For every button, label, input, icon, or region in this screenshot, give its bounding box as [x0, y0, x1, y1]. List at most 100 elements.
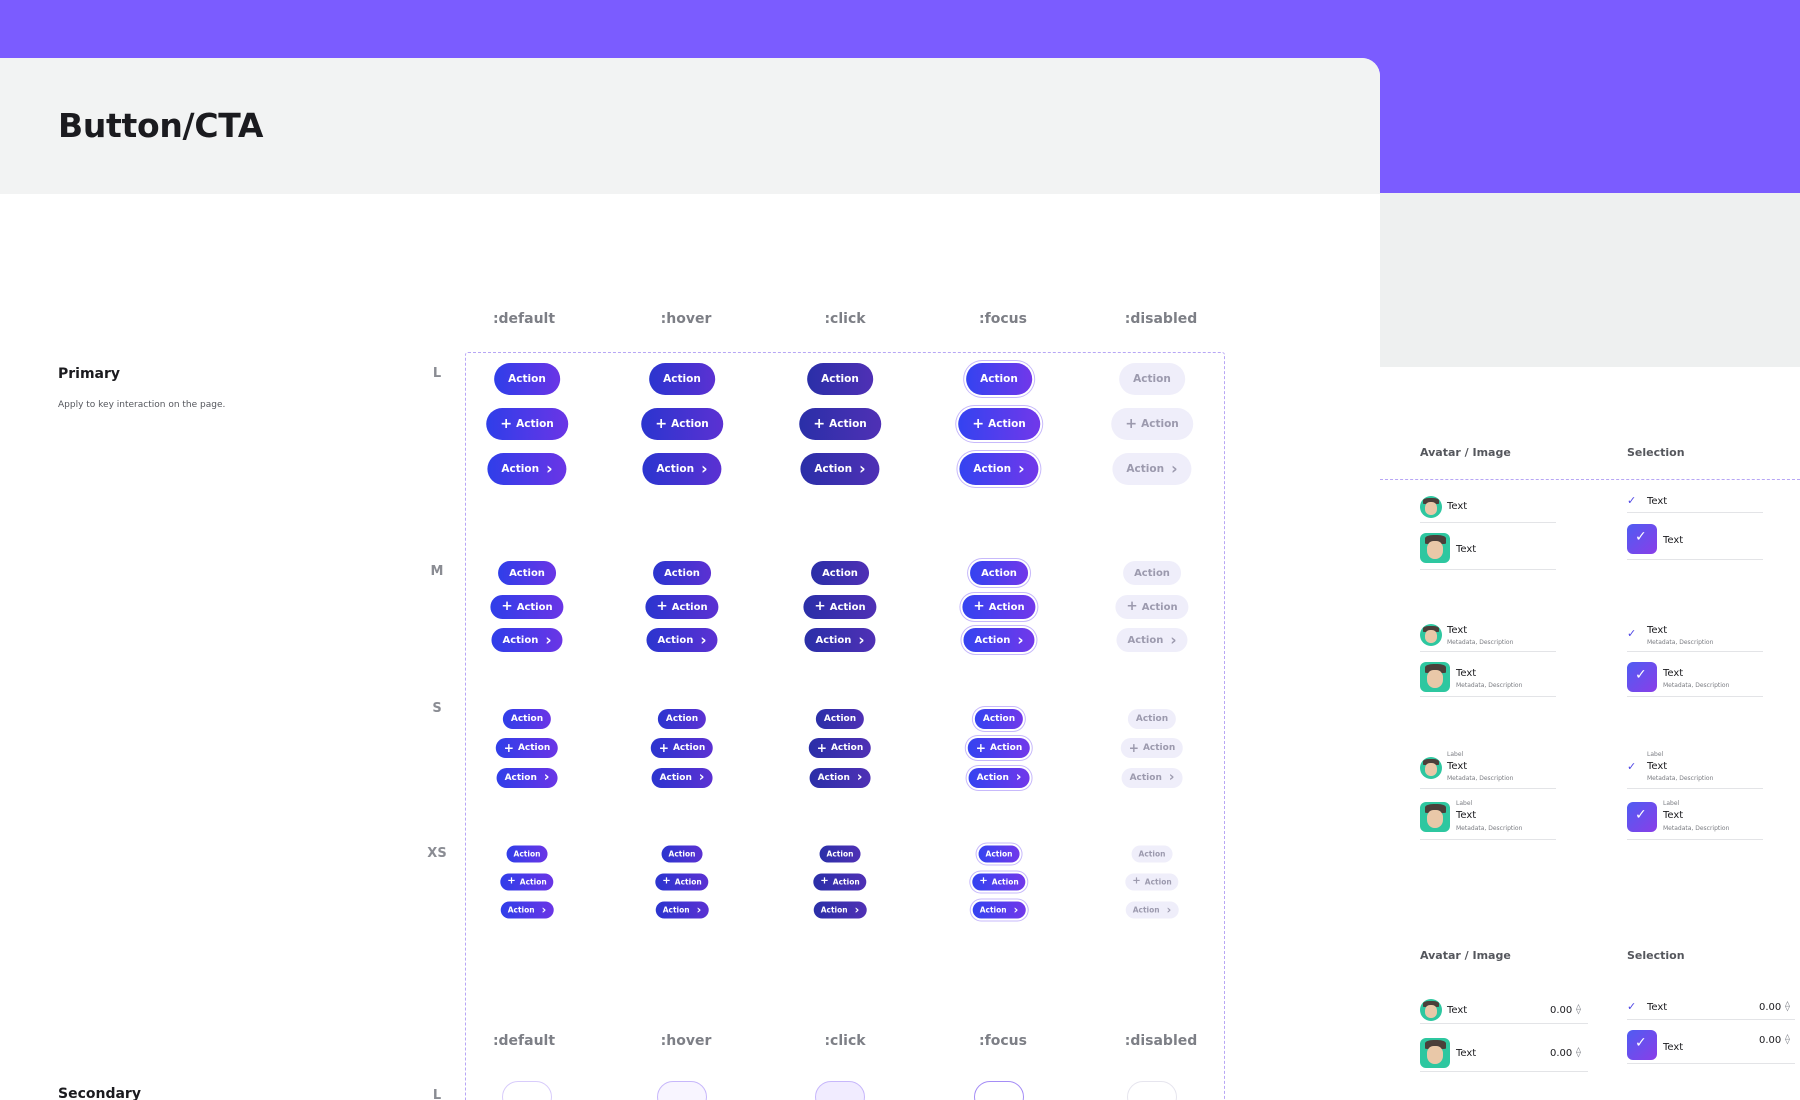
primary-button-l-disabled-text[interactable]: Action: [1119, 363, 1185, 395]
primary-button-m-focus-text[interactable]: Action: [970, 561, 1028, 585]
avatar-list-item[interactable]: Label Text Metadata, Description: [1420, 751, 1556, 789]
button-label: Action: [981, 567, 1017, 579]
primary-button-l-default-text[interactable]: Action: [494, 363, 560, 395]
primary-button-m-click-plus[interactable]: + Action: [803, 595, 877, 619]
check-icon: ✓: [1635, 529, 1647, 545]
primary-button-s-focus-text[interactable]: Action: [974, 709, 1024, 729]
primary-button-l-focus-chevron[interactable]: Action ›: [959, 453, 1039, 485]
primary-button-s-disabled-plus[interactable]: + Action: [1120, 738, 1184, 758]
primary-button-m-disabled-text[interactable]: Action: [1123, 561, 1181, 585]
primary-button-l-click-plus[interactable]: + Action: [799, 408, 881, 440]
primary-button-m-default-chevron[interactable]: Action ›: [491, 628, 563, 652]
avatar-value-item[interactable]: Text 0.00 ⟠: [1420, 998, 1588, 1024]
secondary-button-focus[interactable]: [974, 1081, 1024, 1100]
plus-icon: +: [1128, 740, 1139, 755]
avatar-list-item[interactable]: Label Text Metadata, Description: [1420, 800, 1556, 840]
plus-icon: +: [820, 875, 829, 887]
primary-button-s-focus-plus[interactable]: + Action: [967, 738, 1031, 758]
primary-button-s-click-text[interactable]: Action: [815, 709, 865, 729]
primary-button-l-hover-plus[interactable]: + Action: [641, 408, 723, 440]
chevron-right-icon: ›: [1013, 903, 1019, 917]
selection-list-item[interactable]: ✓ Label Text Metadata, Description: [1627, 800, 1763, 840]
primary-button-s-focus-chevron[interactable]: Action ›: [968, 768, 1030, 788]
plus-icon: +: [658, 740, 669, 755]
avatar-value-item[interactable]: Text 0.00 ⟠: [1420, 1036, 1588, 1072]
primary-button-s-default-chevron[interactable]: Action ›: [496, 768, 558, 788]
primary-button-m-hover-text[interactable]: Action: [653, 561, 711, 585]
primary-button-l-focus-text[interactable]: Action: [966, 363, 1032, 395]
primary-button-s-disabled-text[interactable]: Action: [1127, 709, 1177, 729]
primary-button-xs-disabled-plus[interactable]: + Action: [1125, 873, 1179, 891]
item-label: Label: [1456, 800, 1473, 807]
primary-button-m-hover-plus[interactable]: + Action: [645, 595, 719, 619]
primary-button-s-click-plus[interactable]: + Action: [808, 738, 872, 758]
check-icon: ✓: [1627, 1000, 1637, 1013]
primary-button-xs-click-chevron[interactable]: Action ›: [813, 901, 867, 919]
primary-button-s-default-text[interactable]: Action: [502, 709, 552, 729]
avatar-list-item[interactable]: Text: [1420, 532, 1556, 570]
primary-button-xs-focus-chevron[interactable]: Action ›: [972, 901, 1026, 919]
primary-button-xs-focus-text[interactable]: Action: [978, 845, 1020, 863]
primary-button-l-default-plus[interactable]: + Action: [486, 408, 568, 440]
primary-button-xs-default-chevron[interactable]: Action ›: [500, 901, 554, 919]
primary-button-m-disabled-chevron[interactable]: Action ›: [1116, 628, 1188, 652]
primary-button-s-hover-chevron[interactable]: Action ›: [651, 768, 713, 788]
primary-button-xs-hover-text[interactable]: Action: [661, 845, 703, 863]
avatar-list-item[interactable]: Text Metadata, Description: [1420, 661, 1556, 697]
item-text: Text: [1647, 761, 1668, 772]
primary-button-xs-disabled-text[interactable]: Action: [1131, 845, 1173, 863]
selection-list-item[interactable]: ✓ Text Metadata, Description: [1627, 622, 1763, 652]
avatar-list-item[interactable]: Text Metadata, Description: [1420, 622, 1556, 652]
button-label: Action: [502, 634, 539, 646]
primary-button-s-click-chevron[interactable]: Action ›: [809, 768, 871, 788]
avatar-list-item[interactable]: Text: [1420, 493, 1556, 523]
selection-value-item[interactable]: ✓ Text 0.00 ⟠: [1627, 998, 1795, 1020]
primary-button-m-focus-plus[interactable]: + Action: [962, 595, 1036, 619]
primary-button-xs-hover-plus[interactable]: + Action: [655, 873, 709, 891]
secondary-button-default[interactable]: [502, 1081, 552, 1100]
primary-button-xs-hover-chevron[interactable]: Action ›: [655, 901, 709, 919]
primary-button-m-focus-chevron[interactable]: Action ›: [963, 628, 1035, 652]
primary-button-s-hover-plus[interactable]: + Action: [650, 738, 714, 758]
secondary-button-click[interactable]: [815, 1081, 865, 1100]
primary-button-l-hover-chevron[interactable]: Action ›: [642, 453, 722, 485]
selection-list-item[interactable]: ✓ Text: [1627, 493, 1763, 513]
primary-button-m-click-text[interactable]: Action: [811, 561, 869, 585]
primary-button-l-default-chevron[interactable]: Action ›: [487, 453, 567, 485]
primary-button-xs-click-text[interactable]: Action: [819, 845, 861, 863]
primary-button-s-hover-text[interactable]: Action: [657, 709, 707, 729]
selection-list-item[interactable]: ✓ Label Text Metadata, Description: [1627, 751, 1763, 789]
primary-button-xs-focus-plus[interactable]: + Action: [972, 873, 1026, 891]
primary-button-xs-disabled-chevron[interactable]: Action ›: [1125, 901, 1179, 919]
primary-button-l-focus-plus[interactable]: + Action: [958, 408, 1040, 440]
primary-button-l-click-chevron[interactable]: Action ›: [800, 453, 880, 485]
selection-list-item[interactable]: ✓ Text Metadata, Description: [1627, 661, 1763, 697]
primary-button-m-default-text[interactable]: Action: [498, 561, 556, 585]
rp-heading-avatar-2: Avatar / Image: [1420, 949, 1511, 962]
primary-button-xs-default-text[interactable]: Action: [506, 845, 548, 863]
button-label: Action: [820, 905, 848, 915]
primary-button-l-hover-text[interactable]: Action: [649, 363, 715, 395]
plus-icon: +: [973, 598, 985, 615]
size-label-L-secondary: L: [432, 1088, 442, 1100]
primary-button-m-disabled-plus[interactable]: + Action: [1115, 595, 1189, 619]
primary-button-s-disabled-chevron[interactable]: Action ›: [1121, 768, 1183, 788]
item-label: Label: [1647, 751, 1664, 758]
primary-button-xs-click-plus[interactable]: + Action: [813, 873, 867, 891]
primary-button-l-click-text[interactable]: Action: [807, 363, 873, 395]
primary-button-l-disabled-plus[interactable]: + Action: [1111, 408, 1193, 440]
button-label: Action: [829, 418, 867, 430]
chevron-right-icon: ›: [1168, 769, 1175, 786]
secondary-button-hover[interactable]: [657, 1081, 707, 1100]
item-metadata: Metadata, Description: [1647, 639, 1714, 646]
secondary-button-disabled[interactable]: [1127, 1081, 1177, 1100]
primary-button-xs-default-plus[interactable]: + Action: [500, 873, 554, 891]
selection-value-item[interactable]: ✓ Text 0.00 ⟠: [1627, 1028, 1795, 1064]
primary-button-m-default-plus[interactable]: + Action: [490, 595, 564, 619]
selection-list-item[interactable]: ✓ Text: [1627, 524, 1763, 560]
primary-button-l-disabled-chevron[interactable]: Action ›: [1112, 453, 1192, 485]
primary-button-s-default-plus[interactable]: + Action: [495, 738, 559, 758]
primary-button-m-click-chevron[interactable]: Action ›: [804, 628, 876, 652]
primary-button-m-hover-chevron[interactable]: Action ›: [646, 628, 718, 652]
chevron-right-icon: ›: [858, 630, 865, 649]
